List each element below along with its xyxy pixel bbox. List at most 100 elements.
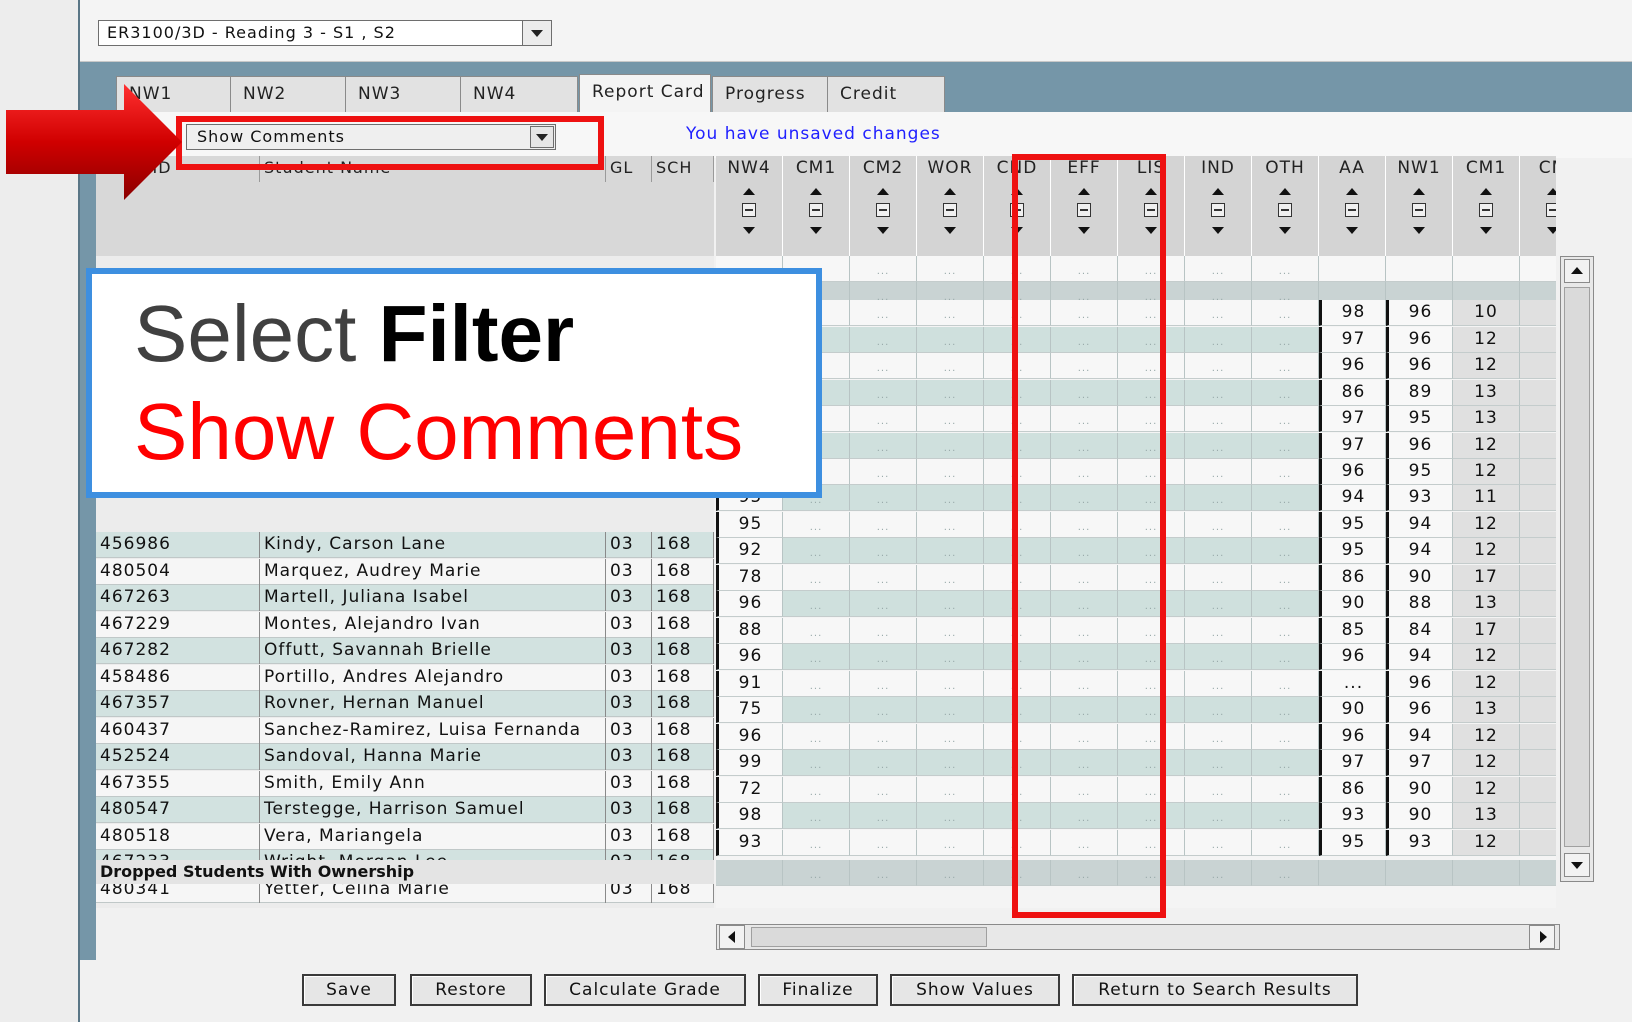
- score-cell-oth[interactable]: ...: [1252, 591, 1319, 617]
- score-cell-ind[interactable]: ...: [1185, 511, 1252, 538]
- score-cell-ind[interactable]: ...: [1185, 326, 1252, 353]
- score-cell-ind[interactable]: ...: [1185, 776, 1252, 803]
- score-cell-nw1[interactable]: 96: [1386, 353, 1453, 379]
- score-cell-wor[interactable]: ...: [917, 326, 984, 353]
- student-row[interactable]: 480547 Terstegge, Harrison Samuel 03 168: [96, 797, 714, 823]
- sort-up-icon[interactable]: [1547, 188, 1556, 195]
- score-cell-wor[interactable]: ...: [917, 256, 984, 282]
- score-cell-cm2[interactable]: ...: [850, 860, 917, 886]
- score-cell-cm1[interactable]: 13: [1453, 406, 1520, 432]
- column-header-cm1[interactable]: CM1: [783, 156, 850, 256]
- score-cell-nw1[interactable]: 93: [1386, 829, 1453, 856]
- score-cell-cm1[interactable]: 12: [1453, 432, 1520, 459]
- score-cell-cm1[interactable]: 12: [1453, 459, 1520, 485]
- score-cell-wor[interactable]: ...: [917, 353, 984, 379]
- score-cell-nw1[interactable]: 93: [1386, 485, 1453, 511]
- score-cell-wor[interactable]: ...: [917, 379, 984, 406]
- score-cell-nw1[interactable]: 88: [1386, 591, 1453, 617]
- score-cell-ind[interactable]: ...: [1185, 860, 1252, 886]
- sort-up-icon[interactable]: [810, 188, 822, 195]
- tab-nw4[interactable]: NW4: [460, 76, 578, 112]
- sort-down-icon[interactable]: [1212, 227, 1224, 234]
- score-cell-nw1[interactable]: 96: [1386, 326, 1453, 353]
- score-cell-cm[interactable]: [1520, 829, 1556, 856]
- score-cell-nw1[interactable]: [1386, 860, 1453, 886]
- sort-up-icon[interactable]: [1480, 188, 1492, 195]
- score-cell-ind[interactable]: ...: [1185, 697, 1252, 723]
- score-cell-nw1[interactable]: 96: [1386, 670, 1453, 697]
- tab-credit[interactable]: Credit: [827, 76, 945, 112]
- score-cell-ind[interactable]: ...: [1185, 829, 1252, 856]
- score-cell-ind[interactable]: ...: [1185, 256, 1252, 282]
- score-cell-cm1[interactable]: 12: [1453, 353, 1520, 379]
- score-cell-aa[interactable]: [1319, 860, 1386, 886]
- collapse-icon[interactable]: [809, 203, 823, 217]
- score-cell-wor[interactable]: ...: [917, 459, 984, 485]
- score-cell-cm1[interactable]: ...: [783, 511, 850, 538]
- score-cell-aa[interactable]: 98: [1319, 300, 1386, 326]
- score-cell-cm1[interactable]: ...: [783, 803, 850, 829]
- score-cell-cm1[interactable]: ...: [783, 644, 850, 670]
- score-cell-cm[interactable]: [1520, 860, 1556, 886]
- score-cell-cm1[interactable]: ...: [783, 829, 850, 856]
- vertical-scrollbar[interactable]: [1560, 256, 1594, 882]
- sort-up-icon[interactable]: [944, 188, 956, 195]
- score-cell-cm[interactable]: [1520, 379, 1556, 406]
- dropped-students-group[interactable]: Dropped Students With Ownership: [96, 860, 714, 884]
- score-cell-cm2[interactable]: ...: [850, 644, 917, 670]
- score-cell-oth[interactable]: ...: [1252, 564, 1319, 591]
- column-header-nw1[interactable]: NW1: [1386, 156, 1453, 256]
- score-cell-cm1[interactable]: 12: [1453, 829, 1520, 856]
- score-cell-cm1[interactable]: ...: [783, 564, 850, 591]
- score-cell-nw4[interactable]: 93: [716, 829, 783, 856]
- score-cell-aa[interactable]: 93: [1319, 803, 1386, 829]
- score-cell-cm[interactable]: [1520, 776, 1556, 803]
- score-cell-nw4[interactable]: 78: [716, 564, 783, 591]
- score-cell-nw4[interactable]: 92: [716, 538, 783, 564]
- sort-down-icon[interactable]: [1480, 227, 1492, 234]
- sort-up-icon[interactable]: [1413, 188, 1425, 195]
- collapse-icon[interactable]: [1479, 203, 1493, 217]
- score-cell-cm1[interactable]: 12: [1453, 723, 1520, 750]
- student-row[interactable]: 467355 Smith, Emily Ann 03 168: [96, 770, 714, 797]
- score-cell-nw1[interactable]: 94: [1386, 511, 1453, 538]
- collapse-icon[interactable]: [1546, 203, 1556, 217]
- score-cell-oth[interactable]: ...: [1252, 670, 1319, 697]
- score-cell-cm1[interactable]: ...: [783, 723, 850, 750]
- column-header-gl[interactable]: GL: [606, 156, 652, 182]
- score-cell-wor[interactable]: ...: [917, 829, 984, 856]
- score-cell-nw4[interactable]: 75: [716, 697, 783, 723]
- sort-up-icon[interactable]: [1212, 188, 1224, 195]
- score-cell-nw1[interactable]: [1386, 256, 1453, 282]
- score-cell-nw1[interactable]: 95: [1386, 459, 1453, 485]
- score-cell-cm[interactable]: [1520, 750, 1556, 776]
- score-cell-ind[interactable]: ...: [1185, 353, 1252, 379]
- score-cell-oth[interactable]: ...: [1252, 803, 1319, 829]
- score-cell-cm2[interactable]: ...: [850, 379, 917, 406]
- column-header-wor[interactable]: WOR: [917, 156, 984, 256]
- score-cell-cm2[interactable]: ...: [850, 591, 917, 617]
- score-cell-oth[interactable]: ...: [1252, 485, 1319, 511]
- score-cell-cm[interactable]: [1520, 485, 1556, 511]
- tab-progress[interactable]: Progress: [712, 76, 830, 112]
- course-dropdown-button[interactable]: [522, 20, 552, 46]
- score-cell-nw4[interactable]: 88: [716, 617, 783, 644]
- score-cell-nw4[interactable]: [716, 860, 783, 886]
- score-cell-cm2[interactable]: ...: [850, 406, 917, 432]
- student-row[interactable]: 467282 Offutt, Savannah Brielle 03 168: [96, 638, 714, 664]
- score-cell-aa[interactable]: 95: [1319, 511, 1386, 538]
- score-cell-wor[interactable]: ...: [917, 750, 984, 776]
- score-cell-cm2[interactable]: ...: [850, 776, 917, 803]
- score-cell-ind[interactable]: ...: [1185, 617, 1252, 644]
- score-cell-wor[interactable]: ...: [917, 485, 984, 511]
- score-cell-cm1[interactable]: 13: [1453, 803, 1520, 829]
- score-cell-nw1[interactable]: 96: [1386, 697, 1453, 723]
- score-cell-cm[interactable]: [1520, 353, 1556, 379]
- score-cell-nw1[interactable]: 84: [1386, 617, 1453, 644]
- score-cell-cm[interactable]: [1520, 432, 1556, 459]
- score-cell-aa[interactable]: 97: [1319, 750, 1386, 776]
- column-header-aa[interactable]: AA: [1319, 156, 1386, 256]
- score-cell-cm[interactable]: [1520, 326, 1556, 353]
- student-row[interactable]: 467357 Rovner, Hernan Manuel 03 168: [96, 691, 714, 717]
- score-cell-nw4[interactable]: 91: [716, 670, 783, 697]
